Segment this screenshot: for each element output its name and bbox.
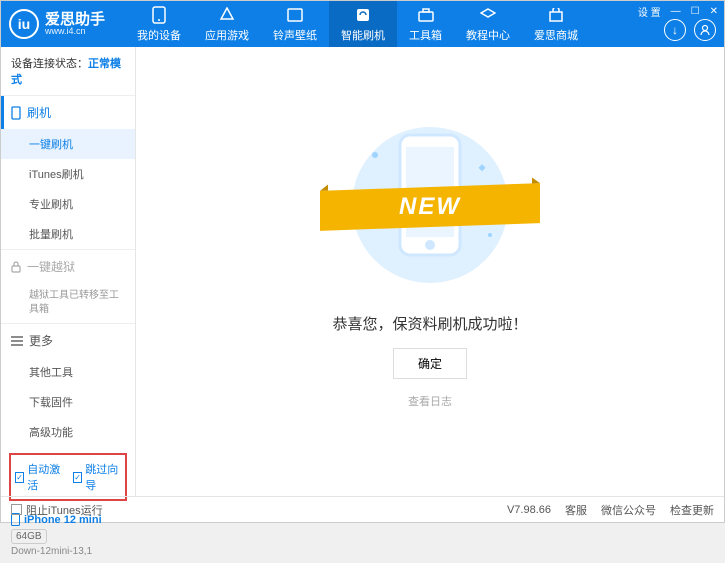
new-ribbon: NEW [320,183,540,231]
checkbox-icon: ✓ [73,472,82,483]
main-panel: NEW 恭喜您，保资料刷机成功啦！ 确定 查看日志 [136,47,724,496]
skip-guide-checkbox[interactable]: ✓跳过向导 [73,461,121,493]
success-message: 恭喜您，保资料刷机成功啦！ [332,313,527,334]
app-name: 爱思助手 [45,12,105,27]
sidebar-head-label: 更多 [29,332,53,349]
nav-toolbox[interactable]: 工具箱 [397,1,454,47]
flash-icon [354,6,372,24]
app-icon [218,6,236,24]
nav-label: 智能刷机 [341,27,385,43]
nav-apps[interactable]: 应用游戏 [193,1,261,47]
nav-label: 铃声壁纸 [273,27,317,43]
nav-label: 爱思商城 [534,27,578,43]
block-itunes-label: 阻止iTunes运行 [26,502,103,518]
support-link[interactable]: 客服 [565,502,587,518]
account-buttons: ↓ [664,19,716,41]
block-itunes-checkbox[interactable] [11,504,22,515]
wechat-link[interactable]: 微信公众号 [601,502,656,518]
auto-activate-checkbox[interactable]: ✓自动激活 [15,461,63,493]
phone-icon [11,106,21,120]
sidebar-oneclick-flash[interactable]: 一键刷机 [1,129,135,159]
sidebar-other-tools[interactable]: 其他工具 [1,357,135,387]
sidebar-download-firmware[interactable]: 下载固件 [1,387,135,417]
titlebar: iu 爱思助手 www.i4.cn 我的设备 应用游戏 铃声壁纸 智能刷机 [1,1,724,47]
sidebar-pro-flash[interactable]: 专业刷机 [1,189,135,219]
user-icon[interactable] [694,19,716,41]
checkbox-label: 跳过向导 [85,461,121,493]
success-illustration: NEW [350,115,510,295]
sidebar-more-head[interactable]: 更多 [1,324,135,357]
store-icon [547,6,565,24]
tutorial-icon [479,6,497,24]
nav-my-device[interactable]: 我的设备 [125,1,193,47]
download-icon[interactable]: ↓ [664,19,686,41]
version-label: V7.98.66 [507,504,551,516]
logo: iu 爱思助手 www.i4.cn [9,9,105,39]
phone-icon [150,6,168,24]
sidebar-head-label: 刷机 [27,104,51,121]
storage-badge: 64GB [11,529,47,544]
check-update-link[interactable]: 检查更新 [670,502,714,518]
nav-label: 应用游戏 [205,27,249,43]
sidebar-head-label: 一键越狱 [27,258,75,275]
body: 设备连接状态：正常模式 刷机 一键刷机 iTunes刷机 专业刷机 批量刷机 一… [1,47,724,496]
sidebar-advanced[interactable]: 高级功能 [1,417,135,447]
sidebar-flash-head[interactable]: 刷机 [1,96,135,129]
menu-icon [11,336,23,346]
nav-ringtones[interactable]: 铃声壁纸 [261,1,329,47]
sidebar: 设备连接状态：正常模式 刷机 一键刷机 iTunes刷机 专业刷机 批量刷机 一… [1,47,136,496]
sidebar-batch-flash[interactable]: 批量刷机 [1,219,135,249]
nav-label: 我的设备 [137,27,181,43]
app-site: www.i4.cn [45,27,105,36]
jailbreak-note: 越狱工具已转移至工具箱 [1,283,135,323]
nav-tutorials[interactable]: 教程中心 [454,1,522,47]
nav-label: 教程中心 [466,27,510,43]
maximize-icon[interactable]: ☐ [691,6,700,17]
footer: 阻止iTunes运行 V7.98.66 客服 微信公众号 检查更新 [1,496,724,522]
top-nav: 我的设备 应用游戏 铃声壁纸 智能刷机 工具箱 教程中心 [125,1,590,47]
conn-label: 设备连接状态： [11,58,88,70]
app-window: iu 爱思助手 www.i4.cn 我的设备 应用游戏 铃声壁纸 智能刷机 [0,0,725,523]
nav-label: 工具箱 [409,27,442,43]
ok-button[interactable]: 确定 [393,348,467,379]
connection-status: 设备连接状态：正常模式 [1,47,135,95]
checkbox-label: 自动激活 [27,461,63,493]
settings-link[interactable]: 设 置 [638,4,661,19]
sidebar-jailbreak-head[interactable]: 一键越狱 [1,250,135,283]
logo-icon: iu [9,9,39,39]
nav-smart-flash[interactable]: 智能刷机 [329,1,397,47]
wallpaper-icon [286,6,304,24]
options-highlight-box: ✓自动激活 ✓跳过向导 [9,453,127,501]
checkbox-icon: ✓ [15,472,24,483]
view-log-link[interactable]: 查看日志 [408,393,452,409]
minimize-icon[interactable]: — [671,6,681,17]
window-controls: 设 置 — ☐ ✕ [638,4,718,19]
close-icon[interactable]: ✕ [710,6,718,17]
toolbox-icon [417,6,435,24]
device-model: Down-12mini-13,1 [11,546,125,557]
lock-icon [11,261,21,273]
sidebar-itunes-flash[interactable]: iTunes刷机 [1,159,135,189]
nav-store[interactable]: 爱思商城 [522,1,590,47]
ribbon-text: NEW [399,193,461,221]
